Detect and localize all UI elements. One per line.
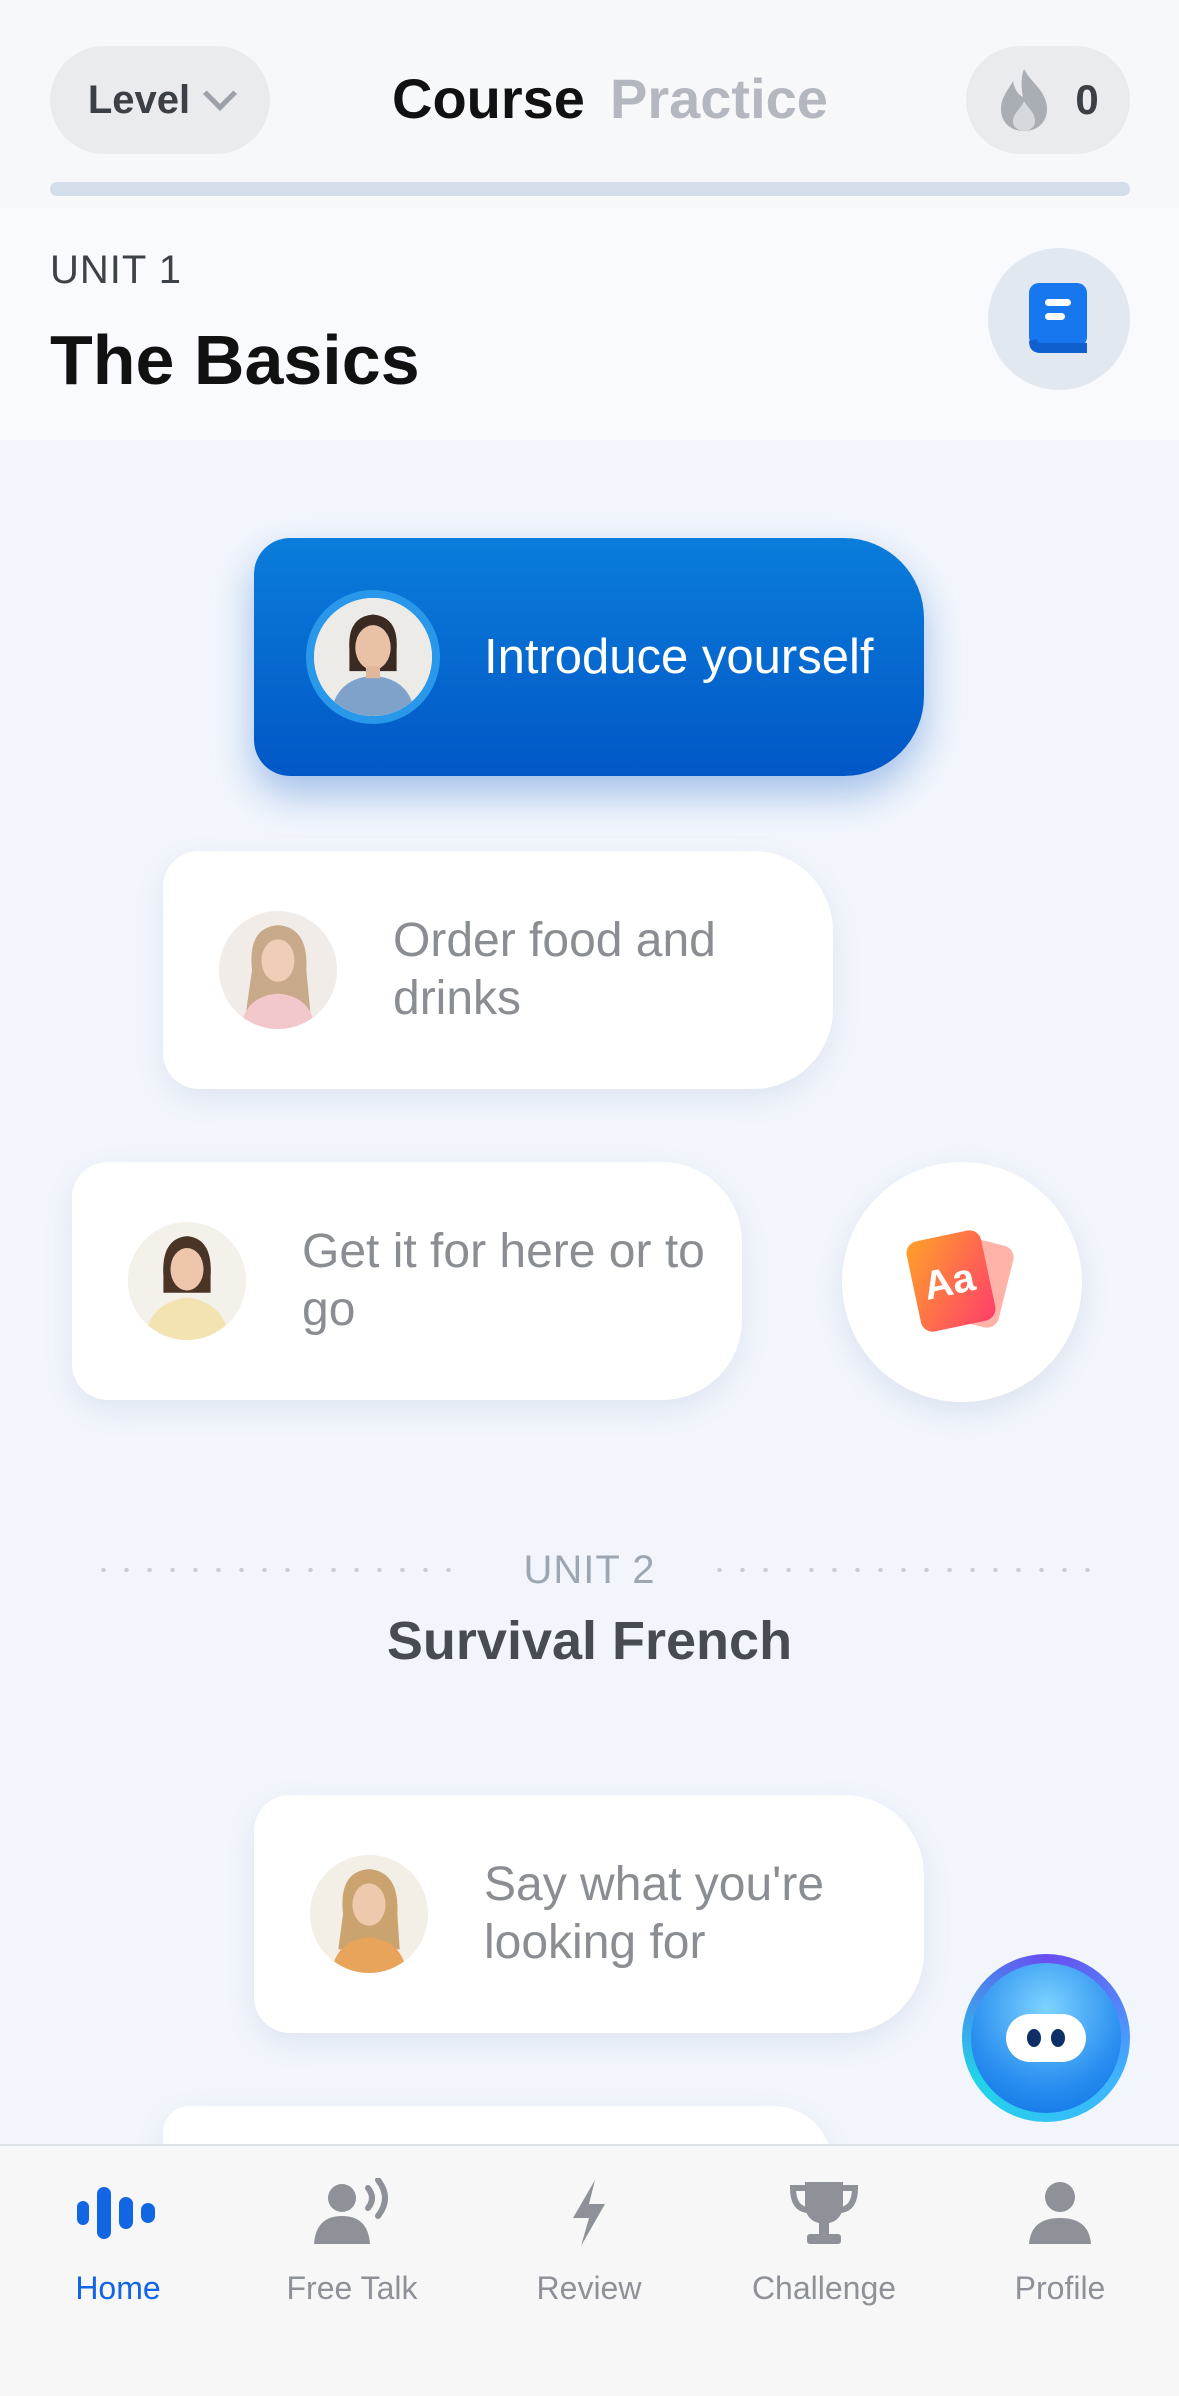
home-waveform-icon [77, 2187, 155, 2239]
lesson-say-what-youre-looking-for[interactable]: Say what you're looking for [254, 1795, 924, 2033]
nav-review[interactable]: Review [479, 2168, 699, 2328]
course-progress-bar [50, 182, 1130, 196]
tab-course[interactable]: Course [392, 66, 585, 131]
chatbot-button[interactable] [962, 1954, 1130, 2122]
vocabulary-cards-button[interactable]: Aa [842, 1162, 1082, 1402]
streak-count: 0 [1075, 76, 1099, 123]
trophy-icon [789, 2182, 859, 2244]
lesson-introduce-yourself[interactable]: Introduce yourself [254, 538, 924, 776]
unit-guide-button[interactable] [988, 248, 1130, 390]
tab-practice[interactable]: Practice [610, 66, 828, 131]
bottom-navigation: Home Free Talk Review Challenge Profile [0, 2144, 1179, 2396]
streak-counter[interactable]: 0 [966, 46, 1130, 154]
lightning-icon [573, 2180, 605, 2246]
tutor-avatar [306, 590, 440, 724]
nav-free-talk[interactable]: Free Talk [242, 2168, 462, 2328]
lesson-title: Say what you're looking for [484, 1858, 825, 1969]
lesson-order-food[interactable]: Order food and drinks [163, 851, 833, 1089]
lesson-get-it-for-here[interactable]: Get it for here or to go [72, 1162, 742, 1400]
unit-1-header: UNIT 1 The Basics [0, 208, 1179, 440]
person-icon [1029, 2182, 1091, 2244]
unit-1-title: The Basics [50, 321, 420, 399]
unit-1-label: UNIT 1 [50, 248, 182, 292]
nav-home-label: Home [75, 2270, 161, 2306]
tutor-avatar [128, 1222, 246, 1340]
chatbot-icon [1006, 2014, 1086, 2062]
book-icon [1029, 283, 1087, 353]
nav-profile[interactable]: Profile [950, 2168, 1170, 2328]
level-selector[interactable]: Level [50, 46, 270, 154]
free-talk-icon [314, 2178, 388, 2244]
tutor-avatar [219, 911, 337, 1029]
lesson-title: Get it for here or to go [302, 1225, 705, 1336]
nav-profile-label: Profile [1014, 2270, 1106, 2306]
lesson-title: Order food and drinks [393, 914, 716, 1025]
chevron-down-icon [203, 77, 238, 111]
unit-2-title: Survival French [386, 1611, 793, 1671]
nav-review-label: Review [536, 2270, 642, 2306]
top-bar: Level Course Practice 0 [0, 0, 1179, 208]
level-label: Level [87, 77, 191, 122]
nav-free-talk-label: Free Talk [286, 2270, 418, 2306]
tutor-avatar [310, 1855, 428, 1973]
flame-icon [1001, 69, 1048, 131]
nav-challenge[interactable]: Challenge [714, 2168, 934, 2328]
vocabulary-cards-icon: Aa [906, 1230, 1014, 1332]
nav-home[interactable]: Home [8, 2168, 228, 2328]
nav-challenge-label: Challenge [751, 2270, 897, 2306]
divider-dots-right [708, 1568, 1094, 1572]
lesson-title: Introduce yourself [484, 630, 874, 684]
